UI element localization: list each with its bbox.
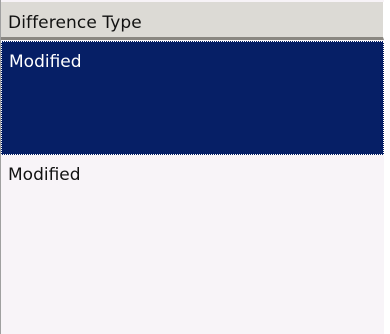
table-row-selected[interactable]: Modified (1, 41, 384, 155)
row-value: Modified (9, 52, 82, 72)
column-header-difference-type[interactable]: Difference Type (1, 2, 384, 40)
grid-body: Modified Modified (1, 40, 384, 334)
column-header-label: Difference Type (8, 13, 142, 33)
table-row[interactable]: Modified (1, 156, 384, 334)
difference-grid: Difference Type Modified Modified (0, 0, 390, 334)
grid-right-edge (384, 0, 390, 334)
row-value: Modified (8, 165, 81, 185)
